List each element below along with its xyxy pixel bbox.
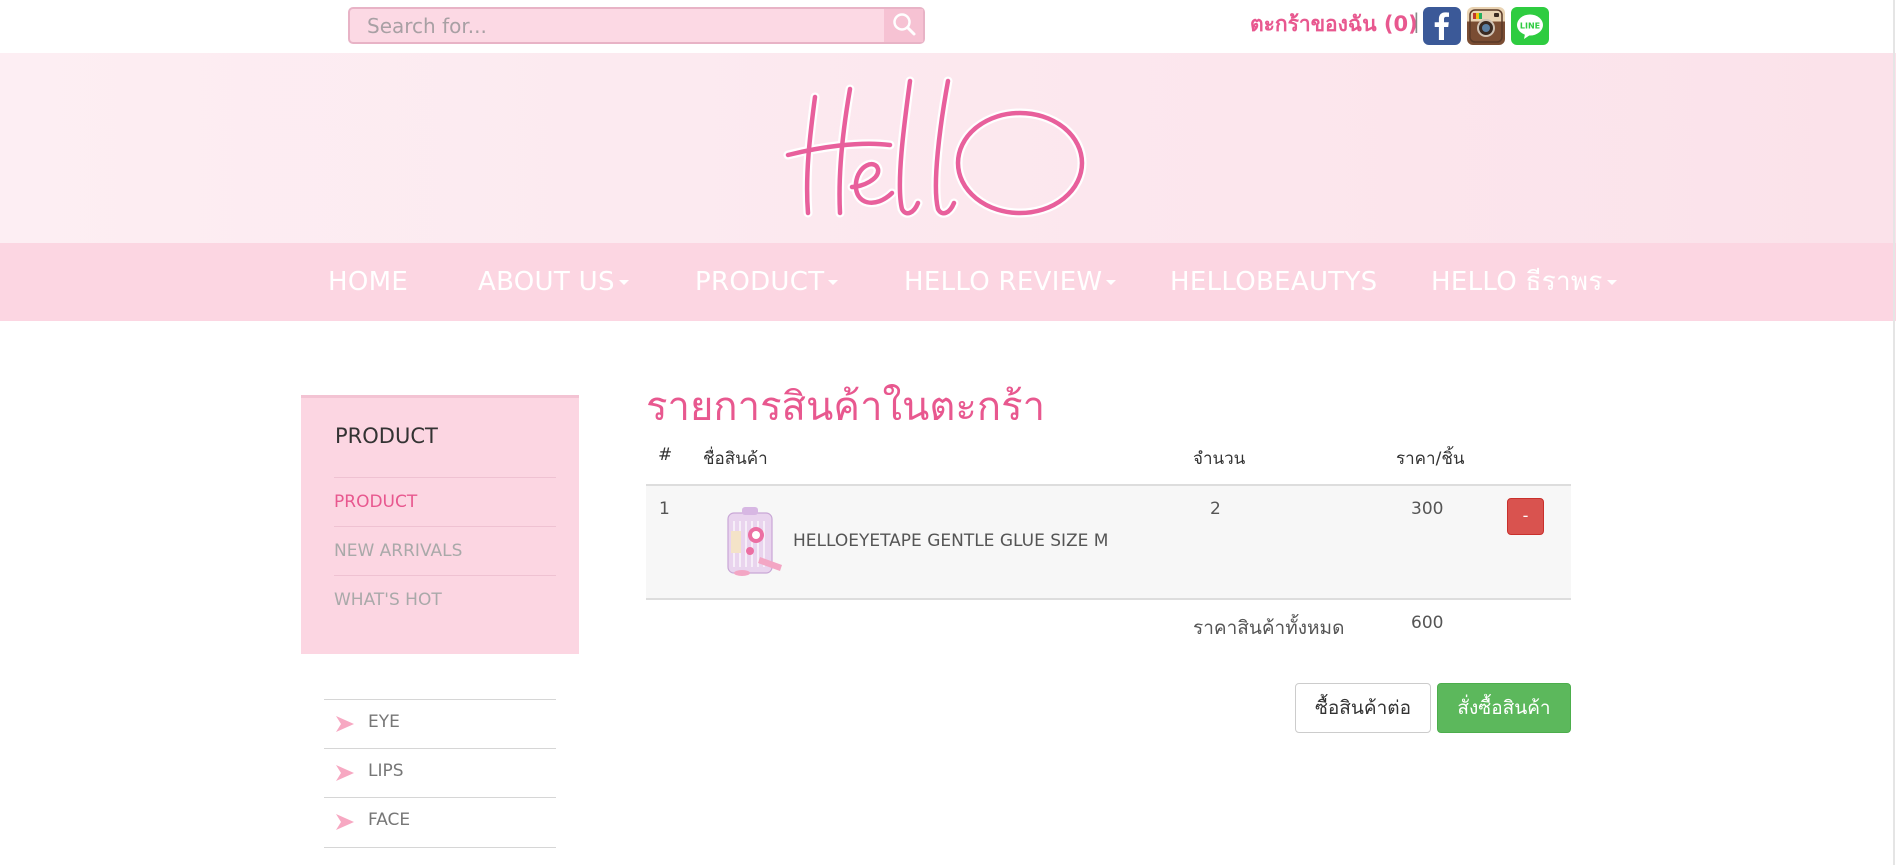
main-nav: HOME ABOUT US PRODUCT HELLO REVIEW HELLO… <box>0 243 1896 321</box>
line-icon[interactable]: LINE <box>1511 7 1549 45</box>
nav-product[interactable]: PRODUCT <box>695 243 839 321</box>
row-qty: 2 <box>1210 499 1221 519</box>
caret-down-icon <box>1106 280 1117 285</box>
header-num: # <box>658 445 673 465</box>
nav-hello-review[interactable]: HELLO REVIEW <box>904 243 1117 321</box>
search-button[interactable] <box>884 9 923 42</box>
sidebar-item-new-arrivals[interactable]: NEW ARRIVALS <box>334 526 556 576</box>
category-face[interactable]: FACE <box>324 797 556 847</box>
total-label: ราคาสินค้าทั้งหมด <box>1193 617 1345 639</box>
separator: | <box>1413 9 1420 33</box>
sidebar-item-whats-hot[interactable]: WHAT'S HOT <box>334 575 556 625</box>
category-label: FACE <box>368 810 411 830</box>
my-cart-link[interactable]: ตะกร้าของฉัน (0) <box>1250 8 1418 41</box>
page-title: รายการสินค้าในตะกร้า <box>646 384 1046 430</box>
product-name: HELLOEYETAPE GENTLE GLUE SIZE M <box>793 531 1109 551</box>
nav-about-us[interactable]: ABOUT US <box>478 243 629 321</box>
product-thumbnail[interactable] <box>720 507 786 583</box>
sidebar-item-label: WHAT'S HOT <box>334 590 442 610</box>
header-banner <box>0 53 1896 243</box>
nav-about-us-label: ABOUT US <box>478 267 615 297</box>
category-label: LIPS <box>368 761 404 781</box>
header-price: ราคา/ชิ้น <box>1396 449 1465 469</box>
instagram-icon[interactable] <box>1467 7 1505 45</box>
header-name: ชื่อสินค้า <box>703 449 768 469</box>
remove-item-button[interactable]: - <box>1507 498 1544 535</box>
sidebar-product-box: PRODUCT PRODUCT NEW ARRIVALS WHAT'S HOT <box>301 395 579 654</box>
nav-hellobeautys[interactable]: HELLOBEAUTYS <box>1170 243 1377 321</box>
divider <box>324 847 556 848</box>
arrow-right-icon <box>336 716 354 732</box>
header-qty: จำนวน <box>1193 449 1246 469</box>
facebook-icon[interactable] <box>1423 7 1461 45</box>
total-value: 600 <box>1411 613 1444 633</box>
sidebar-item-label: PRODUCT <box>334 492 418 512</box>
hello-logo[interactable] <box>780 75 1120 239</box>
sidebar-item-product[interactable]: PRODUCT <box>334 477 556 527</box>
svg-text:LINE: LINE <box>1520 22 1540 31</box>
sidebar-item-label: NEW ARRIVALS <box>334 541 463 561</box>
nav-home[interactable]: HOME <box>328 243 408 321</box>
search-icon <box>891 11 917 41</box>
category-label: EYE <box>368 712 400 732</box>
scrollbar-track[interactable] <box>1893 0 1895 865</box>
arrow-right-icon <box>336 814 354 830</box>
category-eye[interactable]: EYE <box>324 699 556 749</box>
search-box <box>348 7 925 44</box>
nav-home-label: HOME <box>328 267 409 297</box>
place-order-button[interactable]: สั่งซื้อสินค้า <box>1437 683 1571 733</box>
search-input[interactable] <box>350 9 886 42</box>
top-bar: ตะกร้าของฉัน (0) | LINE <box>0 0 1896 54</box>
row-num: 1 <box>659 499 670 519</box>
nav-hello-thiraporn[interactable]: HELLO ธีราพร <box>1431 243 1617 321</box>
sidebar-title: PRODUCT <box>335 424 438 448</box>
continue-shopping-button[interactable]: ซื้อสินค้าต่อ <box>1295 683 1431 733</box>
nav-hellobeautys-label: HELLOBEAUTYS <box>1170 267 1378 297</box>
nav-product-label: PRODUCT <box>695 267 825 297</box>
caret-down-icon <box>618 280 629 285</box>
nav-hello-thiraporn-label: HELLO ธีราพร <box>1431 267 1603 297</box>
category-lips[interactable]: LIPS <box>324 748 556 798</box>
caret-down-icon <box>828 280 839 285</box>
arrow-right-icon <box>336 765 354 781</box>
nav-hello-review-label: HELLO REVIEW <box>904 267 1103 297</box>
caret-down-icon <box>1606 280 1617 285</box>
row-price: 300 <box>1411 499 1444 519</box>
